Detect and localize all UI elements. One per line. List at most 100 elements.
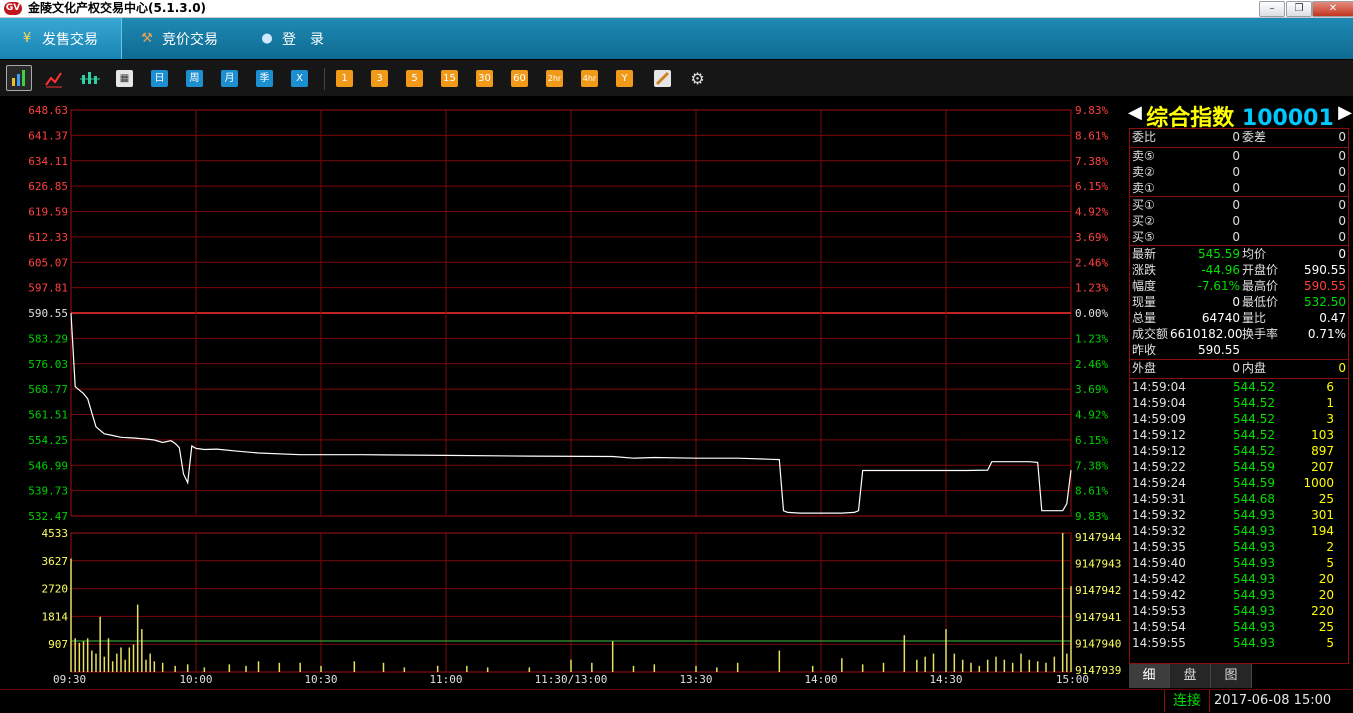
tab-detail[interactable]: 细 — [1129, 664, 1170, 688]
tick-volume: 25 — [1318, 620, 1334, 634]
line-chart-icon — [45, 72, 62, 88]
prev-instrument-arrow-icon[interactable]: ◀ — [1128, 102, 1142, 123]
tick-price: 544.52 — [1233, 428, 1275, 442]
percent-tick-label: 6.15% — [1075, 180, 1108, 193]
tick-time: 14:59:12 — [1132, 444, 1186, 458]
close-button[interactable]: ✕ — [1312, 1, 1353, 17]
tab-bid-trade[interactable]: ⚒ 竞价交易 — [124, 18, 244, 59]
stat-label: 最新 — [1132, 247, 1157, 261]
weicha-label: 委差 — [1242, 130, 1267, 144]
hr-2-button[interactable]: 2hr — [546, 70, 563, 87]
tick-volume: 1 — [1326, 396, 1334, 410]
price-tick-label: 532.47 — [28, 510, 68, 523]
min-30-button[interactable]: 30 — [476, 70, 493, 87]
tick-time: 14:59:04 — [1132, 396, 1186, 410]
hr-4-button[interactable]: 4hr — [581, 70, 598, 87]
status-datetime: 2017-06-08 15:00 — [1214, 693, 1332, 708]
tick-time: 14:59:55 — [1132, 636, 1186, 650]
stat-value: 0 — [1338, 247, 1346, 261]
tick-price: 544.93 — [1233, 588, 1275, 602]
tick-volume: 1000 — [1303, 476, 1334, 490]
price-tick-label: 546.99 — [28, 459, 68, 472]
line-chart-button[interactable] — [45, 70, 62, 88]
calendar-button[interactable]: ▦ — [116, 70, 133, 87]
tab-bid-trade-label: 竞价交易 — [162, 31, 218, 48]
intraday-chart-button[interactable] — [6, 65, 32, 91]
min-1-button[interactable]: 1 — [336, 70, 353, 87]
percent-tick-label: 8.61% — [1075, 129, 1108, 142]
waipan-label: 外盘 — [1132, 361, 1157, 375]
tick-volume: 6 — [1326, 380, 1334, 394]
tick-price: 544.93 — [1233, 556, 1275, 570]
tab-graph[interactable]: 图 — [1211, 664, 1252, 688]
period-week-button[interactable]: 周 — [186, 70, 203, 87]
quote-panel: ◀ 综合指数 100001 ▶ 委比 0 委差 0 卖⑤ 0 0 卖② 0 0 卖① 0 0 买① 0 0 买②… — [1127, 96, 1353, 692]
stat-label: 最低价 — [1242, 295, 1279, 309]
draw-tool-button[interactable] — [654, 70, 671, 87]
neipan-value: 0 — [1338, 361, 1346, 375]
neipan-label: 内盘 — [1242, 361, 1267, 375]
bar-chart-icon — [12, 70, 25, 86]
min-60-button[interactable]: 60 — [511, 70, 528, 87]
tick-time: 14:59:31 — [1132, 492, 1186, 506]
period-x-button[interactable]: X — [291, 70, 308, 87]
tab-issue-trade[interactable]: ¥ 发售交易 — [0, 18, 122, 59]
sell-level-label: 卖② — [1132, 165, 1155, 179]
sell-level-label: 卖⑤ — [1132, 149, 1155, 163]
min-3-button[interactable]: 3 — [371, 70, 388, 87]
stat-value: 0.47 — [1319, 311, 1346, 325]
year-button[interactable]: Y — [616, 70, 633, 87]
stat-value: 0.71% — [1307, 327, 1346, 341]
tick-time: 14:59:09 — [1132, 412, 1186, 426]
percent-tick-label: 4.92% — [1075, 206, 1108, 219]
time-tick-label: 13:30 — [679, 673, 712, 686]
tick-price: 544.59 — [1233, 476, 1275, 490]
waipan-value: 0 — [1232, 361, 1240, 375]
buy-level-volume: 0 — [1338, 214, 1346, 228]
tick-time: 14:59:54 — [1132, 620, 1186, 634]
volume-tick-label: 2720 — [42, 583, 69, 596]
maximize-button[interactable]: ❐ — [1286, 1, 1312, 17]
stat-label: 总量 — [1132, 311, 1157, 325]
weibi-row: 委比 0 委差 0 — [1129, 128, 1349, 148]
percent-tick-label: 2.46% — [1075, 256, 1108, 269]
time-tick-label: 11:30/13:00 — [535, 673, 608, 686]
buy-level-label: 买② — [1132, 214, 1155, 228]
time-tick-label: 14:30 — [929, 673, 962, 686]
tick-price: 544.68 — [1233, 492, 1275, 506]
period-day-button[interactable]: 日 — [151, 70, 168, 87]
tick-price: 544.52 — [1233, 444, 1275, 458]
buy-level-price: 0 — [1232, 230, 1240, 244]
settings-button[interactable]: ⚙ — [689, 70, 706, 87]
min-15-button[interactable]: 15 — [441, 70, 458, 87]
minimize-button[interactable]: – — [1259, 1, 1285, 17]
time-tick-label: 10:00 — [179, 673, 212, 686]
pencil-icon — [655, 71, 670, 86]
time-tick-label: 09:30 — [53, 673, 86, 686]
tick-volume: 220 — [1311, 604, 1334, 618]
stat-value: 590.55 — [1304, 263, 1346, 277]
period-month-button[interactable]: 月 — [221, 70, 238, 87]
sell-level-volume: 0 — [1338, 181, 1346, 195]
price-tick-label: 554.25 — [28, 434, 68, 447]
stat-value: -44.96 — [1201, 263, 1240, 277]
candlestick-button[interactable] — [80, 70, 100, 87]
tab-login[interactable]: ● 登 录 — [250, 18, 350, 59]
tick-volume: 25 — [1318, 492, 1334, 506]
tick-price: 544.52 — [1233, 396, 1275, 410]
next-instrument-arrow-icon[interactable]: ▶ — [1338, 102, 1352, 123]
volume-tick-label: 3627 — [42, 555, 69, 568]
buy-level-label: 买① — [1132, 198, 1155, 212]
period-quarter-button[interactable]: 季 — [256, 70, 273, 87]
tick-volume: 3 — [1326, 412, 1334, 426]
intraday-chart[interactable]: 648.63 9.83% 641.37 8.61% 634.11 7.38% 626.85 6… — [0, 96, 1127, 689]
percent-tick-label: 4.92% — [1075, 409, 1108, 422]
buy-level-volume: 0 — [1338, 230, 1346, 244]
buy-book: 买① 0 0 买② 0 0 买⑤ 0 0 — [1129, 196, 1349, 246]
tick-time: 14:59:32 — [1132, 508, 1186, 522]
min-5-button[interactable]: 5 — [406, 70, 423, 87]
buy-level-price: 0 — [1232, 214, 1240, 228]
sell-level-volume: 0 — [1338, 149, 1346, 163]
price-tick-label: 619.59 — [28, 206, 68, 219]
tab-pan[interactable]: 盘 — [1170, 664, 1211, 688]
